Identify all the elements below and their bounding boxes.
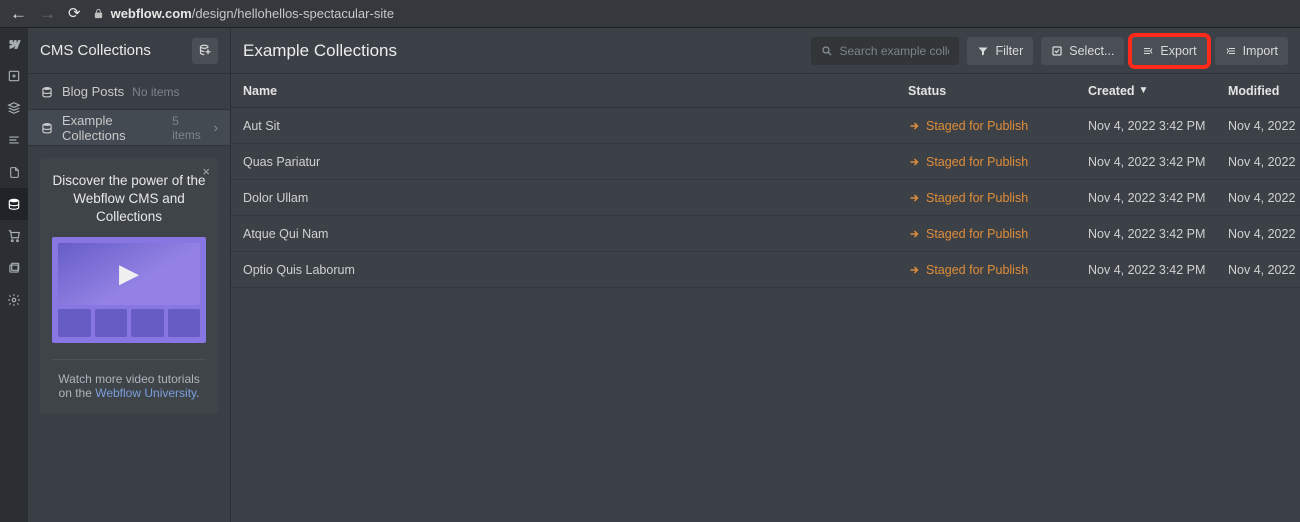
- table-header: Name Status Created▼ Modified: [231, 74, 1300, 108]
- cell-modified: Nov 4, 2022: [1228, 119, 1288, 133]
- page-title: Example Collections: [243, 41, 397, 61]
- cell-modified: Nov 4, 2022: [1228, 155, 1288, 169]
- cell-status: Staged for Publish: [908, 155, 1088, 169]
- promo-footer: Watch more video tutorials on the Webflo…: [52, 359, 206, 400]
- import-icon: [1225, 45, 1237, 57]
- webflow-logo-icon[interactable]: [0, 28, 28, 60]
- filter-button[interactable]: Filter: [967, 37, 1033, 65]
- cell-name: Atque Qui Nam: [243, 227, 908, 241]
- cell-name: Optio Quis Laborum: [243, 263, 908, 277]
- table-row[interactable]: Dolor UllamStaged for PublishNov 4, 2022…: [231, 180, 1300, 216]
- chevron-right-icon: ›: [214, 120, 218, 135]
- col-created[interactable]: Created▼: [1088, 84, 1228, 98]
- tool-rail: [0, 28, 28, 522]
- assets-tool-icon[interactable]: [0, 252, 28, 284]
- collection-meta: 5 items: [172, 114, 206, 142]
- arrow-right-icon: [908, 156, 920, 168]
- cell-created: Nov 4, 2022 3:42 PM: [1088, 155, 1228, 169]
- cell-created: Nov 4, 2022 3:42 PM: [1088, 263, 1228, 277]
- cell-modified: Nov 4, 2022: [1228, 227, 1288, 241]
- select-icon: [1051, 45, 1063, 57]
- cell-name: Quas Pariatur: [243, 155, 908, 169]
- filter-icon: [977, 45, 989, 57]
- cell-status: Staged for Publish: [908, 119, 1088, 133]
- table-row[interactable]: Optio Quis LaborumStaged for PublishNov …: [231, 252, 1300, 288]
- export-icon: [1142, 45, 1154, 57]
- arrow-right-icon: [908, 264, 920, 276]
- search-input[interactable]: [839, 44, 949, 58]
- page-tool-icon[interactable]: [0, 156, 28, 188]
- panel-title: CMS Collections: [40, 42, 151, 59]
- select-button[interactable]: Select...: [1041, 37, 1124, 65]
- left-panel: CMS Collections Blog Posts No itemsExamp…: [28, 28, 231, 522]
- address-bar[interactable]: webflow.com/design/hellohellos-spectacul…: [93, 6, 394, 21]
- cell-name: Dolor Ullam: [243, 191, 908, 205]
- collection-name: Example Collections: [62, 113, 164, 143]
- navigator-tool-icon[interactable]: [0, 124, 28, 156]
- arrow-right-icon: [908, 120, 920, 132]
- add-tool-icon[interactable]: [0, 60, 28, 92]
- cell-status: Staged for Publish: [908, 263, 1088, 277]
- collection-meta: No items: [132, 85, 179, 99]
- search-icon: [821, 45, 833, 57]
- collection-item[interactable]: Example Collections 5 items ›: [28, 110, 230, 146]
- database-icon: [40, 85, 54, 99]
- cell-created: Nov 4, 2022 3:42 PM: [1088, 191, 1228, 205]
- cell-modified: Nov 4, 2022: [1228, 191, 1288, 205]
- collection-name: Blog Posts: [62, 84, 124, 99]
- cell-created: Nov 4, 2022 3:42 PM: [1088, 227, 1228, 241]
- browser-bar: ← → ⟳ webflow.com/design/hellohellos-spe…: [0, 0, 1300, 28]
- cms-tool-icon[interactable]: [0, 188, 28, 220]
- url-host: webflow.com: [111, 6, 192, 21]
- promo-video-thumbnail[interactable]: ▶: [52, 237, 206, 343]
- main-panel: Example Collections Filter Select... Exp…: [231, 28, 1300, 522]
- import-button[interactable]: Import: [1215, 37, 1288, 65]
- play-icon: ▶: [119, 258, 139, 289]
- reload-button[interactable]: ⟳: [68, 6, 81, 21]
- promo-title: Discover the power of the Webflow CMS an…: [52, 172, 206, 227]
- export-button[interactable]: Export: [1132, 37, 1206, 65]
- cell-modified: Nov 4, 2022: [1228, 263, 1288, 277]
- table-row[interactable]: Aut SitStaged for PublishNov 4, 2022 3:4…: [231, 108, 1300, 144]
- add-collection-button[interactable]: [192, 38, 218, 64]
- database-icon: [40, 121, 54, 135]
- promo-link[interactable]: Webflow University: [95, 386, 196, 400]
- col-modified[interactable]: Modified: [1228, 84, 1288, 98]
- forward-button[interactable]: →: [39, 5, 56, 22]
- search-box[interactable]: [811, 37, 959, 65]
- cell-status: Staged for Publish: [908, 227, 1088, 241]
- url-path: /design/hellohellos-spectacular-site: [192, 6, 394, 21]
- col-name[interactable]: Name: [243, 84, 908, 98]
- sort-desc-icon: ▼: [1139, 85, 1149, 96]
- arrow-right-icon: [908, 192, 920, 204]
- cell-name: Aut Sit: [243, 119, 908, 133]
- table-row[interactable]: Atque Qui NamStaged for PublishNov 4, 20…: [231, 216, 1300, 252]
- col-status[interactable]: Status: [908, 84, 1088, 98]
- collection-item[interactable]: Blog Posts No items: [28, 74, 230, 110]
- ecommerce-tool-icon[interactable]: [0, 220, 28, 252]
- promo-close-button[interactable]: ×: [202, 164, 210, 179]
- settings-tool-icon[interactable]: [0, 284, 28, 316]
- promo-card: × Discover the power of the Webflow CMS …: [40, 158, 218, 414]
- back-button[interactable]: ←: [10, 5, 27, 22]
- table-row[interactable]: Quas PariaturStaged for PublishNov 4, 20…: [231, 144, 1300, 180]
- arrow-right-icon: [908, 228, 920, 240]
- pages-tool-icon[interactable]: [0, 92, 28, 124]
- cell-status: Staged for Publish: [908, 191, 1088, 205]
- lock-icon: [93, 8, 104, 19]
- cell-created: Nov 4, 2022 3:42 PM: [1088, 119, 1228, 133]
